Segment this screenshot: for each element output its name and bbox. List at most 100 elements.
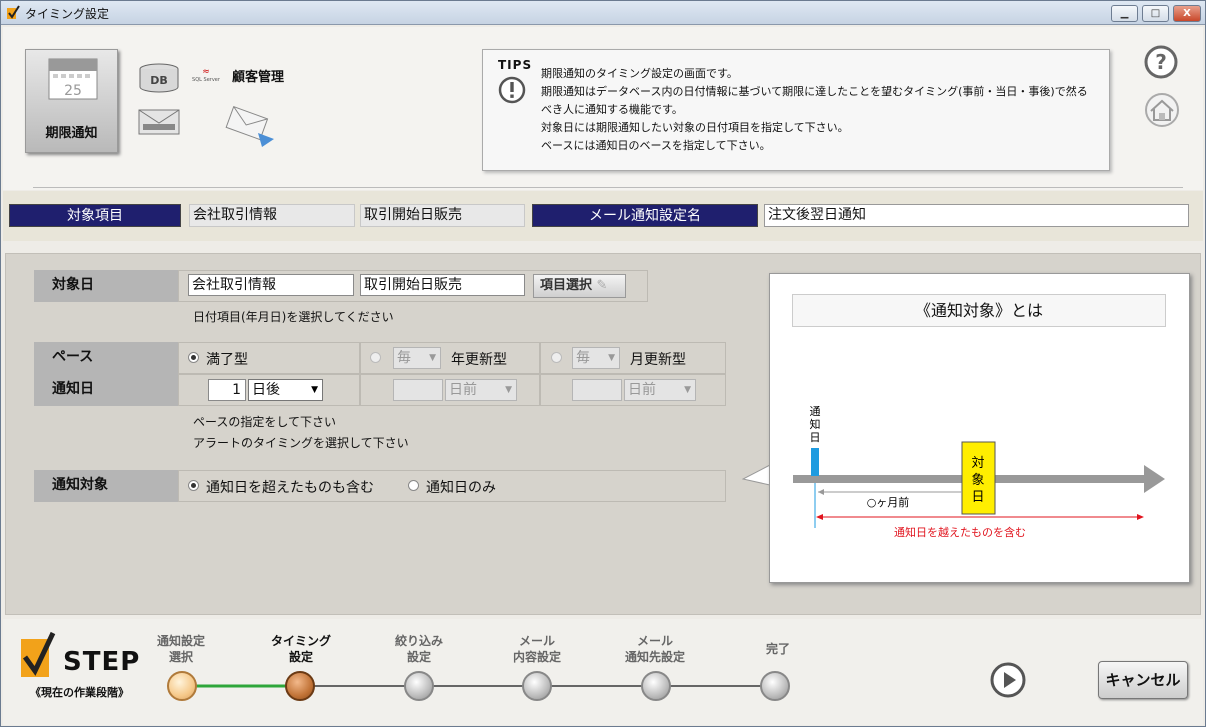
radio-notify-day-only[interactable] [408, 480, 419, 491]
chevron-down-icon: ▼ [505, 385, 512, 395]
step-dot [522, 671, 552, 701]
tab-deadline-notice[interactable]: 25 期限通知 [25, 49, 118, 153]
tips-line: 対象日には期限通知したい対象の日付項目を指定して下さい。 [541, 121, 849, 134]
include-range-label: 通知日を越えたものを含む [894, 525, 1026, 539]
mail-icon[interactable] [138, 109, 180, 135]
monthly-days-input[interactable] [572, 379, 622, 401]
title-bar: タイミング設定 ▁ □ X [1, 1, 1205, 25]
step-label-4: メール 内容設定 [497, 633, 577, 665]
pencil-icon: ✎ [596, 278, 608, 293]
notify-day-char2: 知 [810, 417, 821, 431]
home-icon[interactable] [1143, 91, 1181, 129]
sql-server-text: SQL Server [192, 77, 220, 83]
calendar-day: 25 [64, 83, 82, 99]
base-opt3-label: 月更新型 [630, 352, 686, 368]
chevron-down-icon: ▼ [608, 353, 615, 363]
callout-pointer [742, 464, 771, 486]
close-button[interactable]: X [1173, 5, 1201, 22]
help-icon[interactable]: ? [1143, 44, 1179, 80]
target-date-field-input[interactable]: 取引開始日販売 [360, 274, 525, 296]
step-dot [404, 671, 434, 701]
tips-line: ベースには通知日のベースを指定して下さい。 [541, 139, 771, 152]
header-divider [33, 187, 1183, 188]
target-day-char3: 日 [971, 490, 984, 505]
radio-yearly[interactable] [370, 352, 381, 363]
chevron-down-icon: ▼ [311, 385, 318, 395]
notify-day-char1: 通 [810, 405, 821, 418]
target-field-value: 取引開始日販売 [360, 204, 525, 227]
sql-server-logo: ≈ SQL Server [186, 67, 226, 89]
step-dot-done [167, 671, 197, 701]
maximize-button[interactable]: □ [1142, 5, 1169, 22]
base-opt2-cell [360, 342, 540, 374]
notify-target-diagram: 《通知対象》とは 通 知 日 対 象 日 ○ヶ月前 通知日を越えたものを含む [769, 273, 1190, 583]
diagram-graphic: 通 知 日 対 象 日 ○ヶ月前 通知日を越えたものを含む [793, 405, 1165, 539]
cancel-button[interactable]: キャンセル [1098, 661, 1188, 699]
db-label: DB [150, 74, 168, 87]
months-before-label: ○ヶ月前 [867, 495, 910, 509]
notify-target-opt1-label: 通知日を超えたものも含む [206, 480, 374, 496]
timing-settings-panel: 対象日 会社取引情報 取引開始日販売 項目選択 ✎ 日付項目(年月日)を選択して… [5, 253, 1201, 615]
base-label: ペース [34, 342, 178, 374]
notify-target-opt2-label: 通知日のみ [426, 480, 496, 496]
yearly-unit-value: 日前 [449, 382, 477, 398]
yearly-unit-combo[interactable]: 日前 ▼ [445, 379, 517, 401]
yearly-days-input[interactable] [393, 379, 443, 401]
monthly-unit-value: 日前 [628, 382, 656, 398]
target-item-label: 対象項目 [9, 204, 181, 227]
minimize-button[interactable]: ▁ [1111, 5, 1138, 22]
step-dot [760, 671, 790, 701]
monthly-unit-combo[interactable]: 日前 ▼ [624, 379, 696, 401]
exclamation-icon [498, 76, 526, 104]
window-title: タイミング設定 [25, 7, 110, 21]
notify-day-number-input[interactable]: 1 [208, 379, 246, 401]
notify-day-char3: 日 [810, 431, 821, 444]
target-date-label: 対象日 [34, 270, 178, 302]
radio-include-overdue[interactable] [188, 480, 199, 491]
header-panel: 25 期限通知 DB ≈ SQL Server 顧客管理 TIPS 期限通知のタイ… [3, 27, 1203, 190]
step-label-5: メール 通知先設定 [615, 633, 695, 665]
tips-line: 期限通知はデータベース内の日付情報に基づいて期限に達したことを望むタイミング(事… [541, 85, 1088, 116]
notify-day-unit-combo[interactable]: 日後 ▼ [248, 379, 323, 401]
select-item-button[interactable]: 項目選択 ✎ [533, 274, 626, 298]
mail-setting-name-input[interactable]: 注文後翌日通知 [764, 204, 1189, 227]
step-label-5-text: メール 通知先設定 [624, 634, 685, 664]
calendar-icon: 25 [48, 58, 98, 100]
timeline-arrowhead [1144, 465, 1165, 493]
step-label-1-text: 通知設定 選択 [156, 634, 205, 664]
tips-line: 期限通知のタイミング設定の画面です。 [541, 67, 738, 80]
tips-panel: TIPS 期限通知のタイミング設定の画面です。 期限通知はデータベース内の日付情… [482, 49, 1110, 171]
tab-deadline-notice-label: 期限通知 [45, 126, 98, 141]
send-mail-icon [225, 105, 274, 147]
notify-target-label: 通知対象 [34, 470, 178, 502]
step-label-1: 通知設定 選択 [141, 633, 221, 665]
base-opt2-label: 年更新型 [451, 352, 507, 368]
step-subtitle: 《現在の作業段階》 [30, 686, 129, 699]
step-label-2: タイミング 設定 [261, 633, 341, 665]
step-label-6-text: 完了 [765, 642, 790, 656]
select-item-button-label: 項目選択 [540, 278, 593, 293]
step-label-2-text: タイミング 設定 [270, 634, 331, 664]
app-window: タイミング設定 ▁ □ X 25 期限通知 DB ≈ SQL Server 顧客管… [0, 0, 1206, 727]
monthly-combo[interactable]: 毎 ▼ [572, 347, 620, 369]
notify-day-label: 通知日 [34, 374, 178, 406]
yearly-combo[interactable]: 毎 ▼ [393, 347, 441, 369]
target-date-table-input[interactable]: 会社取引情報 [188, 274, 354, 296]
step-logo-text: STEP [63, 647, 141, 677]
tips-text: 期限通知のタイミング設定の画面です。 期限通知はデータベース内の日付情報に基づい… [541, 65, 1097, 155]
database-icon[interactable]: DB [138, 63, 180, 93]
target-date-note: 日付項目(年月日)を選択してください [193, 310, 394, 324]
next-play-icon[interactable] [989, 661, 1027, 699]
svg-text:?: ? [1155, 50, 1167, 74]
notify-day-unit-value: 日後 [252, 382, 280, 398]
notify-day-marker [811, 448, 819, 476]
radio-monthly[interactable] [551, 352, 562, 363]
chevron-down-icon: ▼ [684, 385, 691, 395]
step-label-4-text: メール 内容設定 [512, 634, 561, 664]
base-note: ペースの指定をして下さい [193, 415, 337, 429]
target-table-value: 会社取引情報 [189, 204, 355, 227]
base-opt1-label: 満了型 [206, 352, 248, 368]
target-day-char1: 対 [971, 456, 984, 471]
step-progress-area: STEP 《現在の作業段階》 通知設定 選択 タイミング 設定 絞り込み 設定 … [3, 619, 1203, 725]
radio-fixed-term[interactable] [188, 352, 199, 363]
